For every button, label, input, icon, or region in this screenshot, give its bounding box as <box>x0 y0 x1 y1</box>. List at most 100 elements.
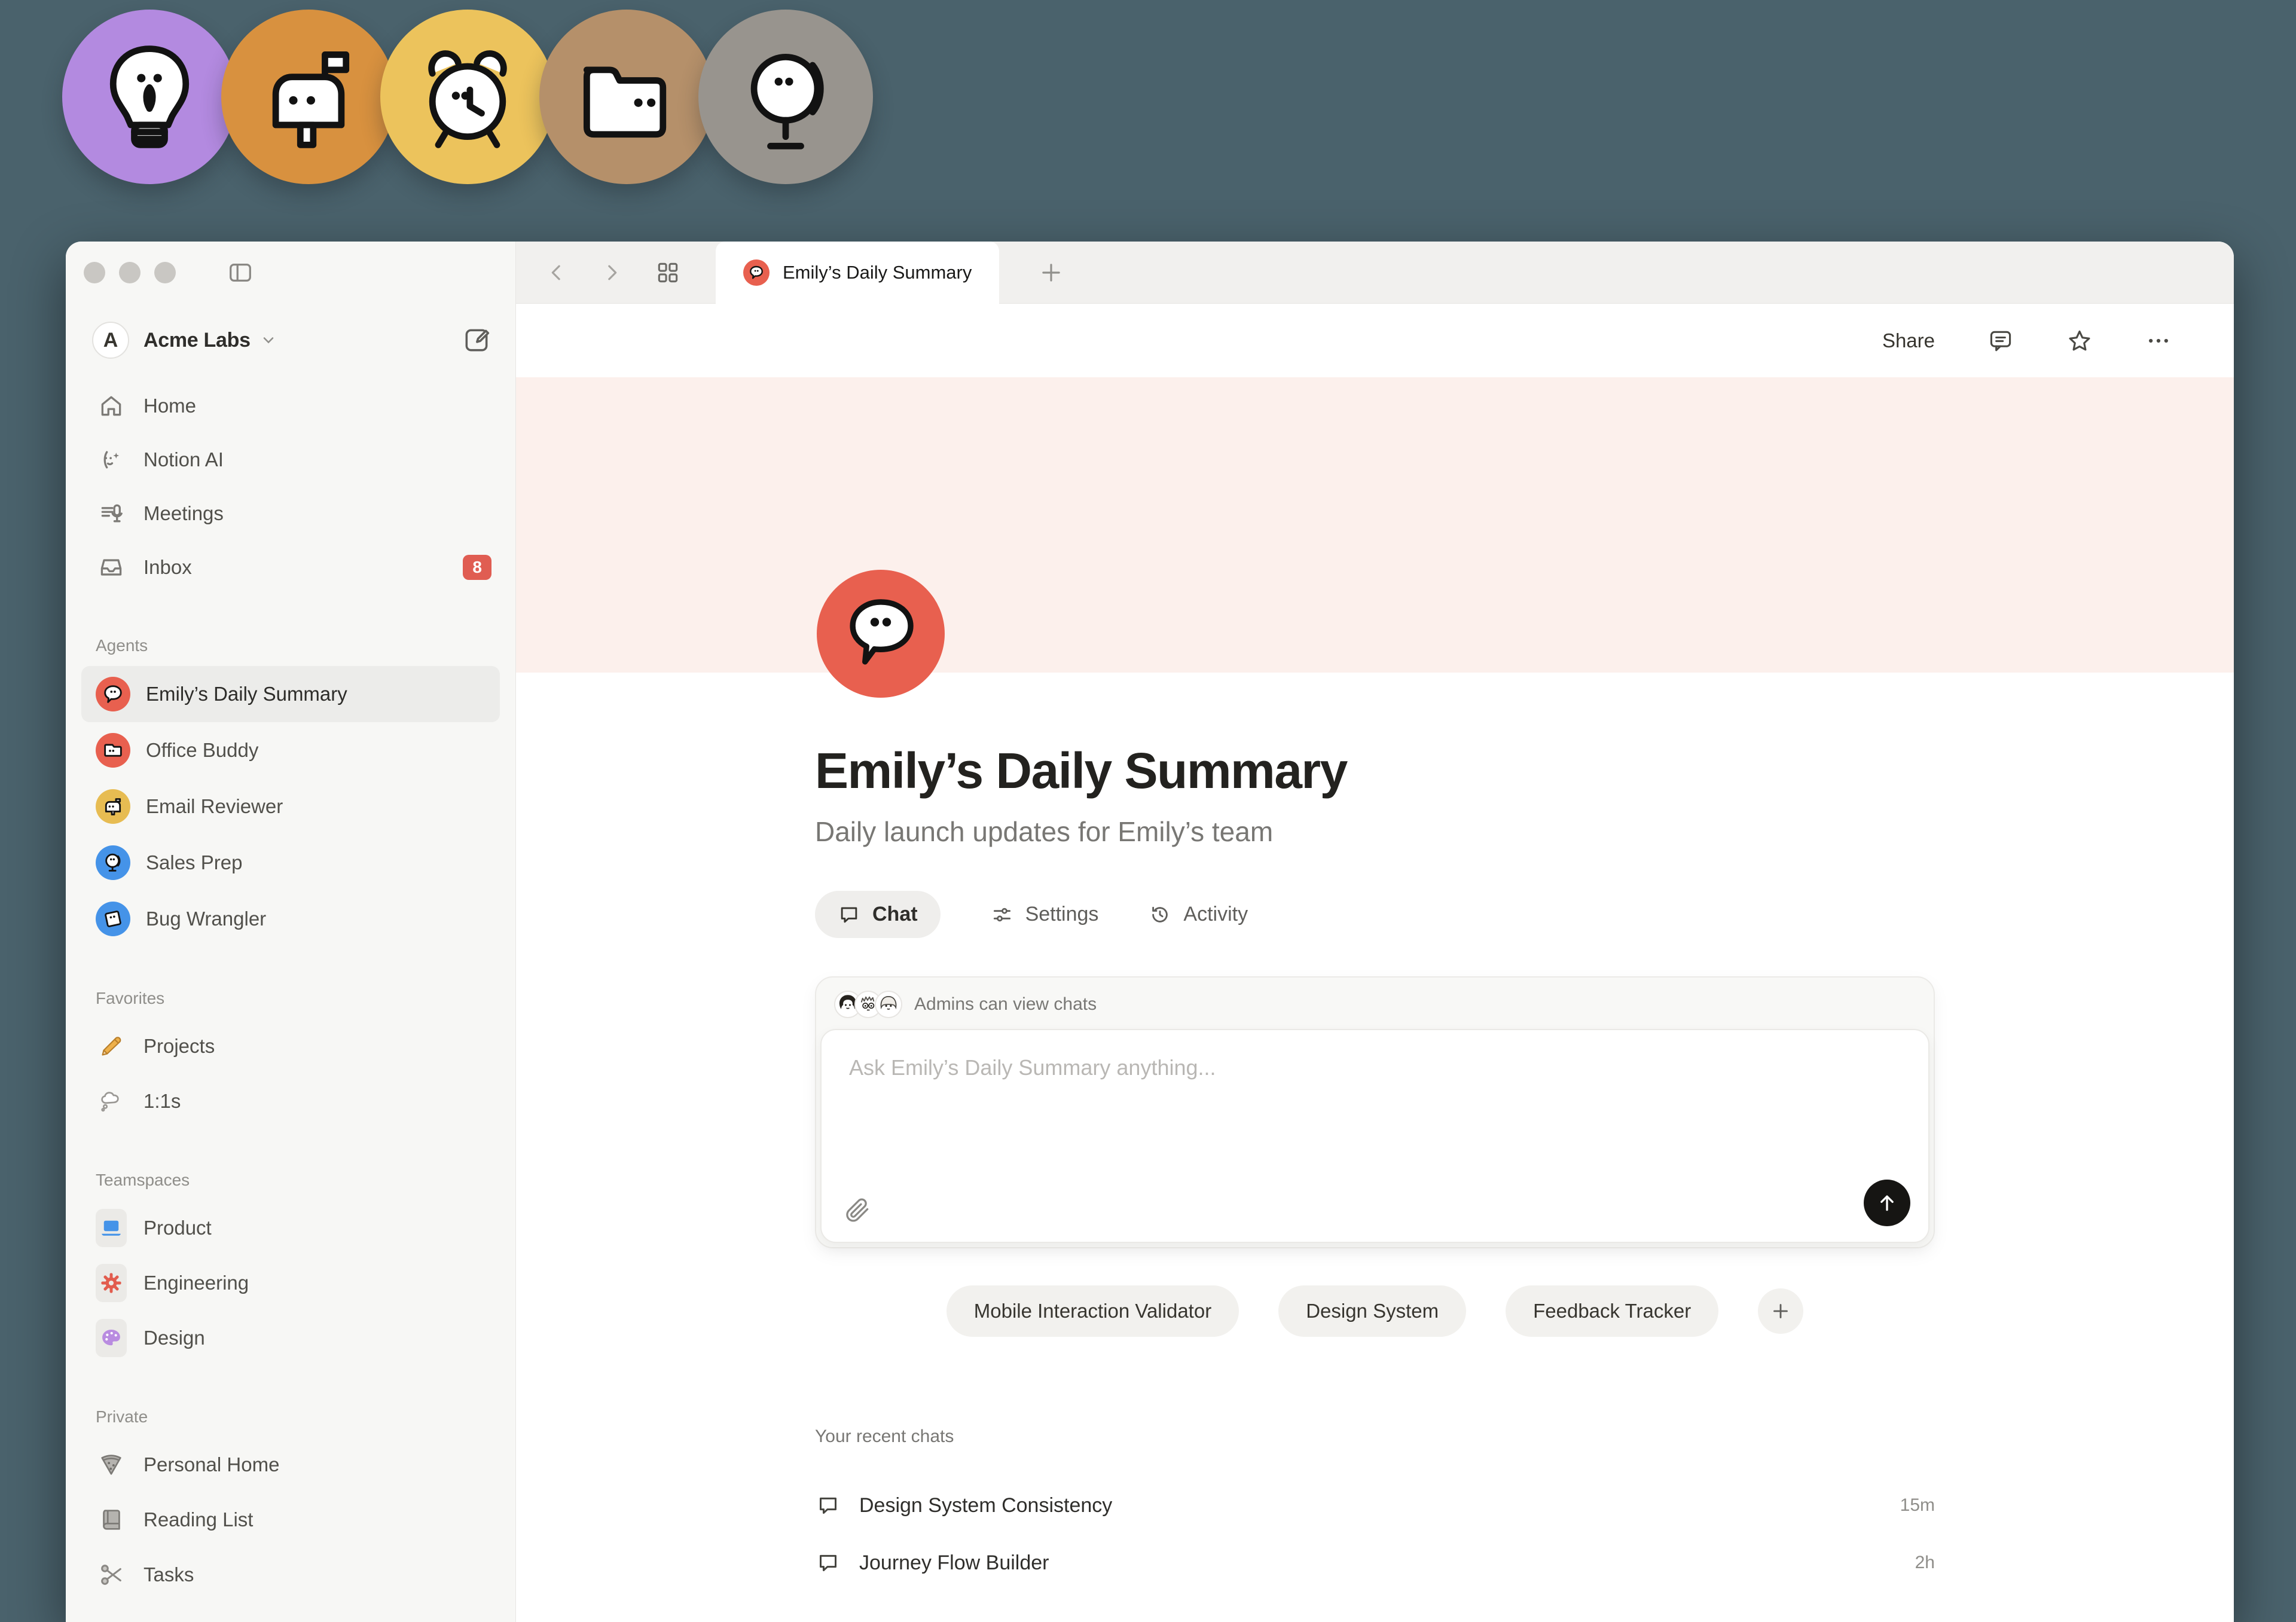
sidebar-item-label: Personal Home <box>144 1453 279 1476</box>
workspace-switcher[interactable]: A Acme Labs <box>66 304 515 364</box>
recent-chat-title: Design System Consistency <box>859 1494 1112 1517</box>
page-subtitle[interactable]: Daily launch updates for Emily’s team <box>815 815 1935 848</box>
sidebar-item-product[interactable]: Product <box>66 1201 515 1256</box>
scissors-icon <box>96 1561 127 1589</box>
sidebar-item-1-1s[interactable]: 1:1s <box>66 1074 515 1129</box>
home-icon <box>96 393 127 419</box>
sidebar-item-engineering[interactable]: Engineering <box>66 1256 515 1311</box>
admin-avatar-3 <box>875 991 902 1018</box>
chip-design-system[interactable]: Design System <box>1278 1285 1466 1337</box>
send-button[interactable] <box>1864 1180 1910 1226</box>
folder-icon <box>568 38 685 155</box>
recent-chat-title: Journey Flow Builder <box>859 1551 1049 1575</box>
page-cover-banner <box>516 377 2234 673</box>
share-button[interactable]: Share <box>1882 329 1935 352</box>
tab-title: Emily’s Daily Summary <box>783 262 972 283</box>
tab-settings[interactable]: Settings <box>991 903 1099 926</box>
chat-input[interactable]: Ask Emily’s Daily Summary anything... <box>820 1029 1929 1243</box>
sidebar-item-personal-home[interactable]: Personal Home <box>66 1437 515 1492</box>
sidebar-item-notion-ai[interactable]: Notion AI <box>66 433 515 487</box>
add-suggestion-button[interactable] <box>1758 1288 1803 1334</box>
sidebar-item-label: Bug Wrangler <box>146 908 266 930</box>
arrow-up-icon <box>1875 1191 1899 1215</box>
back-icon[interactable] <box>545 261 569 285</box>
page-title[interactable]: Emily’s Daily Summary <box>815 742 1935 800</box>
chat-bubble-icon <box>838 903 860 926</box>
sidebar-item-label: Notion AI <box>144 448 224 471</box>
collapse-sidebar-icon[interactable] <box>227 259 254 286</box>
sidebar-item-label: Emily’s Daily Summary <box>146 683 347 705</box>
suggestion-chips: Mobile Interaction Validator Design Syst… <box>815 1285 1935 1337</box>
sidebar-item-label: Reading List <box>144 1508 253 1531</box>
new-tab-button[interactable] <box>1039 242 1064 303</box>
more-options-icon[interactable] <box>2145 328 2172 354</box>
plus-icon <box>1770 1300 1791 1322</box>
tab-emilys-daily-summary[interactable]: Emily’s Daily Summary <box>716 242 999 304</box>
favorite-star-icon[interactable] <box>2066 328 2093 354</box>
section-header-agents[interactable]: Agents <box>66 636 515 655</box>
alarm-clock-icon <box>409 38 526 155</box>
sidebar-item-sales-prep[interactable]: Sales Prep <box>81 835 500 891</box>
sidebar-item-label: Design <box>144 1327 205 1349</box>
agent-avatar-strip <box>62 10 857 184</box>
sidebar-item-label: Projects <box>144 1035 215 1058</box>
sidebar-nav: Home Notion AI Meetings <box>66 379 515 594</box>
sidebar-item-home[interactable]: Home <box>66 379 515 433</box>
sidebar-item-meetings[interactable]: Meetings <box>66 487 515 540</box>
chip-mobile-interaction-validator[interactable]: Mobile Interaction Validator <box>947 1285 1239 1337</box>
forward-icon[interactable] <box>600 261 624 285</box>
inbox-unread-badge: 8 <box>463 555 491 580</box>
inbox-icon <box>96 554 127 581</box>
chat-bubble-icon <box>815 1551 841 1575</box>
mailbox-icon <box>250 38 367 155</box>
new-page-button[interactable] <box>462 325 491 355</box>
notion-ai-icon <box>96 447 127 473</box>
palette-icon <box>96 1319 127 1357</box>
sidebar-item-label: Inbox <box>144 556 192 579</box>
sidebar: A Acme Labs Home <box>66 242 516 1622</box>
comments-icon[interactable] <box>1987 328 2014 354</box>
history-nav <box>516 242 716 303</box>
section-header-favorites[interactable]: Favorites <box>66 989 515 1008</box>
workspace-name: Acme Labs <box>144 329 251 352</box>
page-toolbar: Share <box>516 304 2234 377</box>
sidebar-item-emilys-daily-summary[interactable]: Emily’s Daily Summary <box>81 666 500 722</box>
chip-feedback-tracker[interactable]: Feedback Tracker <box>1506 1285 1718 1337</box>
section-header-teamspaces[interactable]: Teamspaces <box>66 1171 515 1190</box>
sidebar-item-label: Engineering <box>144 1272 249 1294</box>
sidebar-item-bug-wrangler[interactable]: Bug Wrangler <box>81 891 500 947</box>
sidebar-item-label: Meetings <box>144 502 224 525</box>
tab-chat[interactable]: Chat <box>815 891 941 938</box>
main-area: Emily’s Daily Summary Share <box>516 242 2234 1622</box>
sliders-icon <box>991 903 1013 926</box>
sidebar-item-tasks[interactable]: Tasks <box>66 1547 515 1602</box>
page-avatar-speech-bubble[interactable] <box>817 570 945 698</box>
tab-overview-grid-icon[interactable] <box>655 259 681 286</box>
sidebar-item-projects[interactable]: Projects <box>66 1019 515 1074</box>
sidebar-item-email-reviewer[interactable]: Email Reviewer <box>81 778 500 835</box>
section-header-private[interactable]: Private <box>66 1407 515 1426</box>
sidebar-item-label: Home <box>144 395 196 417</box>
sidebar-item-label: Tasks <box>144 1563 194 1586</box>
recent-chat-journey-flow-builder[interactable]: Journey Flow Builder 2h <box>815 1534 1935 1592</box>
sidebar-item-inbox[interactable]: Inbox 8 <box>66 540 515 594</box>
globe-icon <box>727 38 844 155</box>
admins-note: Admins can view chats <box>914 994 1097 1015</box>
chat-bubble-icon <box>815 1493 841 1517</box>
chevron-down-icon <box>260 332 277 349</box>
sidebar-item-office-buddy[interactable]: Office Buddy <box>81 722 500 778</box>
activity-clock-icon <box>1149 903 1171 926</box>
tab-activity[interactable]: Activity <box>1149 903 1248 926</box>
zoom-window-button[interactable] <box>154 262 176 283</box>
admins-bar: Admins can view chats <box>816 978 1934 1029</box>
minimize-window-button[interactable] <box>119 262 141 283</box>
close-window-button[interactable] <box>84 262 105 283</box>
sidebar-item-design[interactable]: Design <box>66 1311 515 1366</box>
recent-chats-list: Design System Consistency 15m Journey Fl… <box>815 1477 1935 1592</box>
lightbulb-doodle-avatar <box>62 10 237 184</box>
recent-chat-design-system-consistency[interactable]: Design System Consistency 15m <box>815 1477 1935 1534</box>
sidebar-item-reading-list[interactable]: Reading List <box>66 1492 515 1547</box>
recent-chat-time: 15m <box>1900 1495 1935 1516</box>
lightbulb-icon <box>91 38 208 155</box>
attachment-paperclip-icon[interactable] <box>844 1196 872 1224</box>
